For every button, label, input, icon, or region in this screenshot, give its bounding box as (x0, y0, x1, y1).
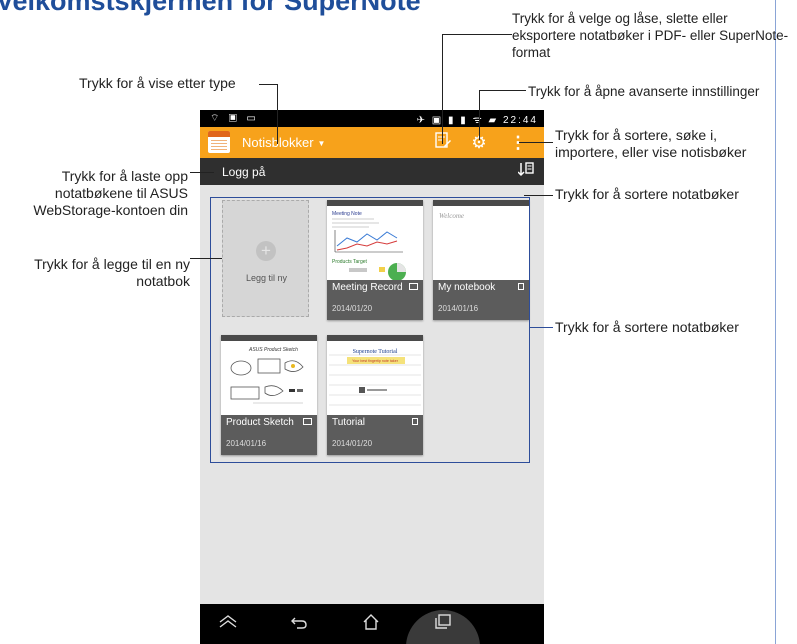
callout-sort-1: Trykk for å sortere notatbøker (555, 186, 739, 202)
notebooks-highlight-box (210, 197, 530, 463)
margin-line (775, 0, 776, 644)
overflow-menu-icon[interactable]: ⋮ (507, 132, 529, 154)
action-bar: Notisblokker▼ ⚙ ⋮ (200, 127, 544, 158)
leader-line (530, 327, 553, 328)
leader-line (442, 34, 512, 35)
back-icon[interactable] (285, 614, 313, 636)
leader-line (479, 90, 526, 91)
callout-select-lock: Trykk for å velge og låse, slette eller … (512, 11, 789, 60)
recent-apps-icon[interactable] (429, 614, 457, 636)
callout-view-type: Trykk for å vise etter type (79, 75, 236, 91)
login-bar: Logg på (200, 158, 544, 185)
supernote-app-icon[interactable] (208, 131, 230, 153)
sort-icon[interactable] (516, 161, 536, 181)
navigation-bar (200, 604, 544, 644)
leader-line (190, 258, 222, 259)
status-time: 22:44 (502, 115, 538, 126)
leader-line (259, 84, 277, 85)
status-right-area: ✈ ▣ ▮ ▮ ᯤ ▰ 22:44 (417, 112, 538, 126)
leader-line (190, 172, 214, 173)
callout-sort-2: Trykk for å sortere notatbøker (555, 319, 739, 335)
callout-upload: Trykk for å laste opp notatbøkene til AS… (33, 168, 188, 218)
status-bar: ⌔ ▣ ▭ ✈ ▣ ▮ ▮ ᯤ ▰ 22:44 (200, 110, 544, 127)
leader-line (277, 84, 278, 144)
edit-select-icon[interactable] (432, 132, 454, 154)
status-left-icons: ⌔ ▣ ▭ (210, 113, 259, 124)
hide-keyboard-icon[interactable] (214, 614, 242, 636)
callout-advanced-settings: Trykk for å åpne avanserte innstillinger (528, 84, 760, 99)
login-button[interactable]: Logg på (222, 165, 265, 179)
home-icon[interactable] (357, 614, 385, 636)
callout-add-new: Trykk for å legge til en ny notatbok (34, 256, 190, 289)
page-title: Velkomstskjermen for SuperNote (0, 0, 421, 16)
callout-sort-search: Trykk for å sortere, søke i, importere, … (555, 127, 747, 160)
status-right-icons: ✈ ▣ ▮ ▮ ᯤ ▰ (416, 115, 499, 126)
leader-line (524, 195, 553, 196)
chevron-down-icon: ▼ (317, 139, 326, 149)
view-type-spinner[interactable]: Notisblokker▼ (242, 135, 325, 150)
leader-line (442, 34, 443, 144)
leader-line (479, 90, 480, 140)
leader-line (519, 142, 553, 143)
